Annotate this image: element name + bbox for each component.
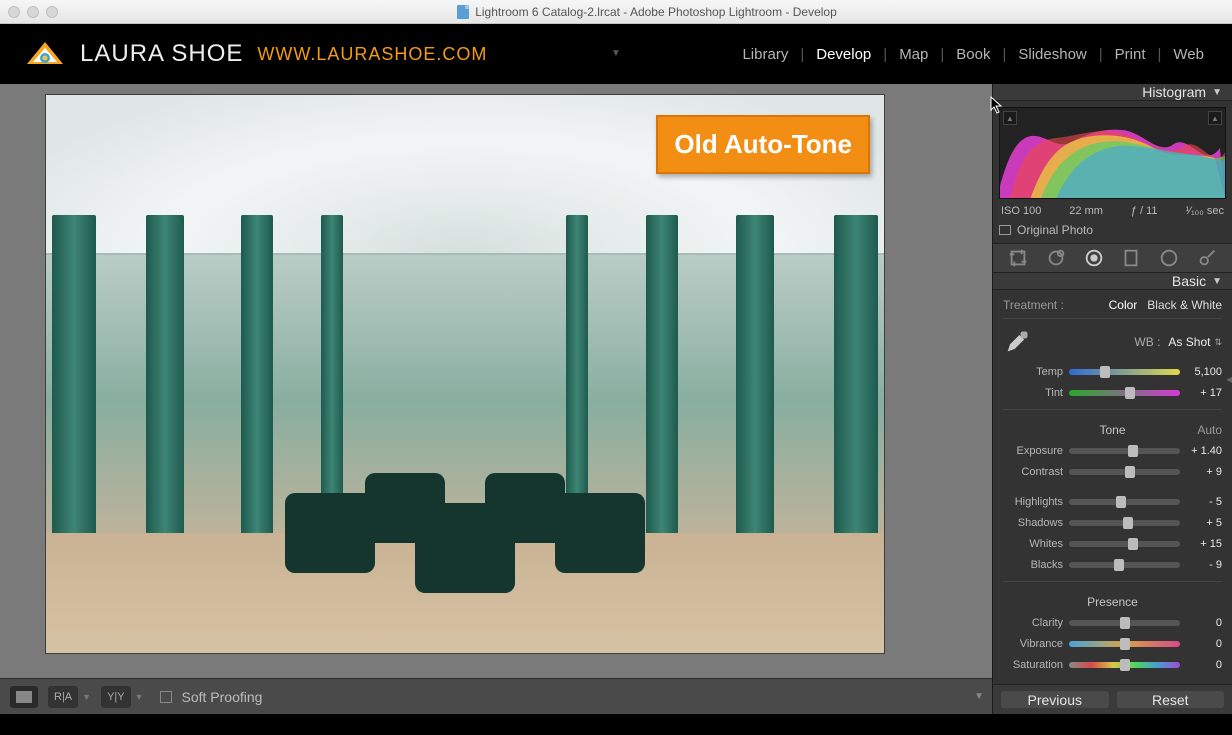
minimize-window-icon[interactable] (27, 6, 39, 18)
highlight-clipping-icon[interactable]: ▲ (1208, 111, 1222, 125)
window-title: Lightroom 6 Catalog-2.lrcat - Adobe Phot… (70, 5, 1224, 19)
vibrance-slider[interactable]: Vibrance0 (1003, 635, 1222, 653)
module-book[interactable]: Book (944, 46, 1002, 63)
collapse-toolbar-icon[interactable]: ▼ (974, 691, 984, 702)
redeye-tool-icon[interactable] (1081, 245, 1107, 271)
canvas-area: ▶ (0, 84, 992, 714)
local-tools-strip (993, 243, 1232, 273)
wb-selector[interactable]: As Shot⇅ (1168, 335, 1222, 349)
exposure-slider[interactable]: Exposure+ 1.40 (1003, 442, 1222, 460)
clarity-slider[interactable]: Clarity0 (1003, 614, 1222, 632)
loupe-toolbar: R|A ▼ Y|Y ▼ Soft Proofing ▼ (0, 678, 992, 714)
blacks-slider[interactable]: Blacks- 9 (1003, 556, 1222, 574)
module-print[interactable]: Print (1103, 46, 1158, 63)
before-after-yy-button[interactable]: Y|Y (101, 686, 131, 708)
exif-focal: 22 mm (1069, 205, 1103, 217)
previous-button[interactable]: Previous (1001, 691, 1109, 708)
wb-label: WB : (1039, 335, 1160, 349)
close-window-icon[interactable] (8, 6, 20, 18)
exif-iso: ISO 100 (1001, 205, 1041, 217)
shadow-clipping-icon[interactable]: ▲ (1003, 111, 1017, 125)
temp-slider[interactable]: Temp5,100 (1003, 363, 1222, 381)
module-map[interactable]: Map (887, 46, 940, 63)
original-photo-checkbox-icon[interactable] (999, 225, 1011, 235)
document-icon (457, 5, 469, 19)
identity-plate: LAURA SHOE WWW.LAURASHOE.COM (24, 34, 487, 74)
disclosure-triangle-icon: ▼ (1212, 87, 1222, 98)
dropdown-arrow-icon[interactable]: ▼ (135, 692, 144, 702)
original-photo-row[interactable]: Original Photo (999, 219, 1226, 239)
collapse-top-icon[interactable]: ▼ (611, 48, 621, 59)
brand-logo-icon (24, 34, 66, 74)
tint-slider[interactable]: Tint+ 17 (1003, 384, 1222, 402)
eyedropper-tool-icon[interactable] (1003, 328, 1031, 356)
main-photo[interactable]: Old Auto-Tone (45, 94, 885, 654)
soft-proofing-checkbox[interactable] (160, 691, 172, 703)
module-picker: Library| Develop| Map| Book| Slideshow| … (730, 46, 1216, 63)
presence-section-title: Presence (1003, 589, 1222, 611)
radial-filter-tool-icon[interactable] (1156, 245, 1182, 271)
right-panel-handle-icon[interactable]: ◀ (1226, 374, 1232, 385)
right-panels: Histogram▼ ▲ ▲ ISO 100 22 mm (992, 84, 1232, 714)
treatment-row: Treatment : Color Black & White (1003, 296, 1222, 319)
graduated-filter-tool-icon[interactable] (1118, 245, 1144, 271)
reset-button[interactable]: Reset (1117, 691, 1225, 708)
crop-tool-icon[interactable] (1005, 245, 1031, 271)
treatment-label: Treatment : (1003, 298, 1099, 312)
highlights-slider[interactable]: Highlights- 5 (1003, 493, 1222, 511)
module-slideshow[interactable]: Slideshow (1006, 46, 1098, 63)
app-chrome: ▼ LAURA SHOE WWW.LAURASHOE.COM Library| … (0, 24, 1232, 735)
brand-name: LAURA SHOE (80, 40, 243, 68)
module-library[interactable]: Library (730, 46, 800, 63)
traffic-lights (8, 6, 58, 18)
exif-aperture: ƒ / 11 (1131, 205, 1158, 217)
workspace: ▶ (0, 84, 1232, 714)
whites-slider[interactable]: Whites+ 15 (1003, 535, 1222, 553)
overlay-label: Old Auto-Tone (656, 115, 870, 174)
before-after-ra-button[interactable]: R|A (48, 686, 78, 708)
module-web[interactable]: Web (1161, 46, 1216, 63)
module-develop[interactable]: Develop (804, 46, 883, 63)
exif-shutter: ¹⁄₁₀₀ sec (1185, 205, 1224, 217)
canvas-inner: Old Auto-Tone (0, 84, 992, 678)
dropdown-arrow-icon[interactable]: ▼ (82, 692, 91, 702)
spot-removal-tool-icon[interactable] (1043, 245, 1069, 271)
histogram-graph[interactable]: ▲ ▲ (999, 107, 1226, 199)
loupe-view-button[interactable] (10, 686, 38, 708)
updown-icon: ⇅ (1214, 337, 1222, 348)
shadows-slider[interactable]: Shadows+ 5 (1003, 514, 1222, 532)
tone-section-title: ToneAuto (1003, 417, 1222, 439)
adjustment-brush-tool-icon[interactable] (1194, 245, 1220, 271)
basic-panel-header[interactable]: Basic▼ (993, 273, 1232, 290)
histogram-panel-header[interactable]: Histogram▼ (993, 84, 1232, 101)
disclosure-triangle-icon: ▼ (1212, 276, 1222, 287)
histogram-panel: ▲ ▲ ISO 100 22 mm ƒ / 11 ¹⁄₁₀₀ sec (993, 101, 1232, 243)
mac-titlebar: Lightroom 6 Catalog-2.lrcat - Adobe Phot… (0, 0, 1232, 24)
treatment-bw[interactable]: Black & White (1147, 298, 1222, 312)
zoom-window-icon[interactable] (46, 6, 58, 18)
brand-url: WWW.LAURASHOE.COM (257, 44, 487, 65)
exif-strip: ISO 100 22 mm ƒ / 11 ¹⁄₁₀₀ sec (999, 199, 1226, 219)
saturation-slider[interactable]: Saturation0 (1003, 656, 1222, 674)
white-balance-row: WB : As Shot⇅ (1003, 322, 1222, 360)
basic-panel: Treatment : Color Black & White WB : As … (993, 290, 1232, 684)
soft-proofing-label: Soft Proofing (182, 689, 263, 705)
treatment-color[interactable]: Color (1109, 298, 1138, 312)
contrast-slider[interactable]: Contrast+ 9 (1003, 463, 1222, 481)
previous-reset-bar: Previous Reset (993, 684, 1232, 714)
auto-tone-button[interactable]: Auto (1197, 423, 1222, 437)
